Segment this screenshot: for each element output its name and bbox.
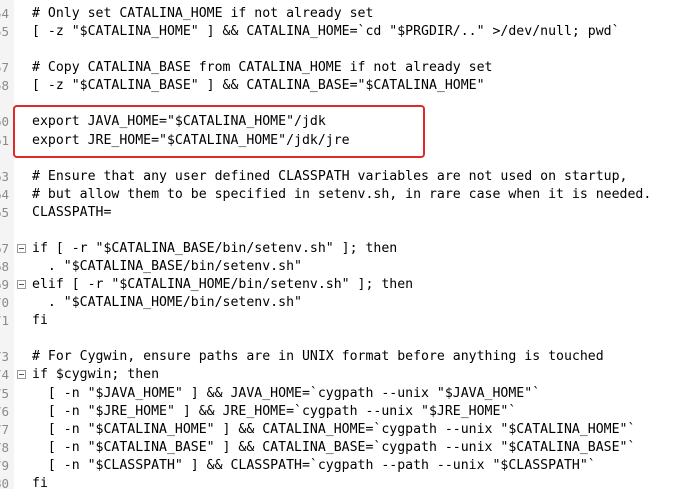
code-text: [ -z "$CATALINA_BASE" ] && CATALINA_BASE… (32, 78, 485, 94)
code-line[interactable]: 70 . "$CATALINA_HOME/bin/setenv.sh" (0, 294, 691, 312)
code-line[interactable]: 80 fi (0, 475, 691, 493)
code-text: [ -n "$JAVA_HOME" ] && JAVA_HOME=`cygpat… (32, 385, 541, 401)
code-text: if $cygwin; then (32, 367, 160, 383)
code-text: . "$CATALINA_BASE/bin/setenv.sh" (32, 259, 302, 274)
code-text: [ -n "$CATALINA_BASE" ] && CATALINA_BASE… (32, 439, 636, 455)
line-number: 55 (0, 24, 10, 40)
code-line[interactable]: 64 # but allow them to be specified in se… (0, 186, 691, 204)
line-number: 67 (0, 240, 10, 256)
code-line[interactable]: 75 [ -n "$JAVA_HOME" ] && JAVA_HOME=`cyg… (0, 385, 691, 403)
line-number: 60 (0, 114, 10, 130)
line-number: 54 (0, 6, 10, 21)
line-number: 79 (0, 457, 10, 473)
code-text: [ -n "$JRE_HOME" ] && JRE_HOME=`cygpath … (32, 403, 517, 419)
line-number: 70 (0, 295, 10, 311)
code-line[interactable]: 57 # Copy CATALINA_BASE from CATALINA_HOM… (0, 59, 691, 77)
code-text: fi (32, 313, 48, 329)
code-text: . "$CATALINA_HOME/bin/setenv.sh" (32, 295, 302, 311)
code-text: CLASSPATH= (32, 204, 112, 220)
code-line[interactable]: 69 elif [ -r "$CATALINA_HOME/bin/setenv.s… (0, 276, 691, 294)
code-line[interactable]: 65 CLASSPATH= (0, 204, 691, 222)
line-number: 75 (0, 385, 10, 401)
code-text: # Only set CATALINA_HOME if not already … (32, 6, 374, 21)
line-number: 76 (0, 403, 10, 419)
code-text: fi (32, 475, 48, 491)
code-line[interactable]: 55 [ -z "$CATALINA_HOME" ] && CATALINA_HO… (0, 23, 691, 41)
line-number: 68 (0, 259, 10, 274)
code-line[interactable]: 68 . "$CATALINA_BASE/bin/setenv.sh" (0, 258, 691, 276)
code-line[interactable]: 73 # For Cygwin, ensure paths are in UNIX… (0, 348, 691, 366)
line-number: 69 (0, 277, 10, 293)
code-line[interactable]: 77 [ -n "$CATALINA_HOME" ] && CATALINA_H… (0, 421, 691, 439)
code-text: elif [ -r "$CATALINA_HOME/bin/setenv.sh"… (32, 277, 414, 293)
code-line[interactable] (0, 330, 691, 348)
code-line[interactable] (0, 41, 691, 59)
line-number: 64 (0, 186, 10, 202)
code-line[interactable]: 76 [ -n "$JRE_HOME" ] && JRE_HOME=`cygpa… (0, 403, 691, 421)
line-number: 71 (0, 313, 10, 329)
code-line[interactable]: 54 # Only set CATALINA_HOME if not alread… (0, 5, 691, 23)
line-number: 78 (0, 439, 10, 455)
line-number: 80 (0, 475, 10, 491)
fold-toggle-icon[interactable] (17, 370, 26, 380)
fold-toggle-icon[interactable] (17, 280, 26, 290)
code-line[interactable]: 74 if $cygwin; then (0, 366, 691, 384)
code-editor[interactable]: 54 # Only set CATALINA_HOME if not alread… (0, 0, 691, 491)
highlight-annotation-box (13, 105, 425, 158)
code-line[interactable]: 63 # Ensure that any user defined CLASSPA… (0, 168, 691, 186)
code-text: # Ensure that any user defined CLASSPATH… (32, 168, 628, 184)
line-number: 61 (0, 132, 10, 148)
code-text: [ -n "$CATALINA_HOME" ] && CATALINA_HOME… (32, 421, 636, 437)
code-text: if [ -r "$CATALINA_BASE/bin/setenv.sh" ]… (32, 240, 398, 256)
code-line[interactable]: 58 [ -z "$CATALINA_BASE" ] && CATALINA_BA… (0, 77, 691, 95)
code-line[interactable] (0, 222, 691, 240)
line-number: 73 (0, 349, 10, 365)
line-number: 74 (0, 367, 10, 383)
fold-toggle-icon[interactable] (17, 243, 26, 253)
line-number: 57 (0, 60, 10, 76)
code-line[interactable]: 71 fi (0, 312, 691, 330)
code-text: [ -n "$CLASSPATH" ] && CLASSPATH=`cygpat… (32, 457, 596, 473)
code-text: [ -z "$CATALINA_HOME" ] && CATALINA_HOME… (32, 24, 620, 40)
code-line[interactable]: 78 [ -n "$CATALINA_BASE" ] && CATALINA_B… (0, 439, 691, 457)
code-line[interactable]: 79 [ -n "$CLASSPATH" ] && CLASSPATH=`cyg… (0, 457, 691, 475)
code-text: # Copy CATALINA_BASE from CATALINA_HOME … (32, 60, 493, 76)
line-number: 77 (0, 421, 10, 437)
line-number: 63 (0, 168, 10, 184)
line-number: 58 (0, 78, 10, 94)
code-text: # but allow them to be specified in sete… (32, 186, 652, 202)
code-text: # For Cygwin, ensure paths are in UNIX f… (32, 349, 604, 365)
line-number: 65 (0, 204, 10, 220)
code-line[interactable]: 67 if [ -r "$CATALINA_BASE/bin/setenv.sh"… (0, 240, 691, 258)
